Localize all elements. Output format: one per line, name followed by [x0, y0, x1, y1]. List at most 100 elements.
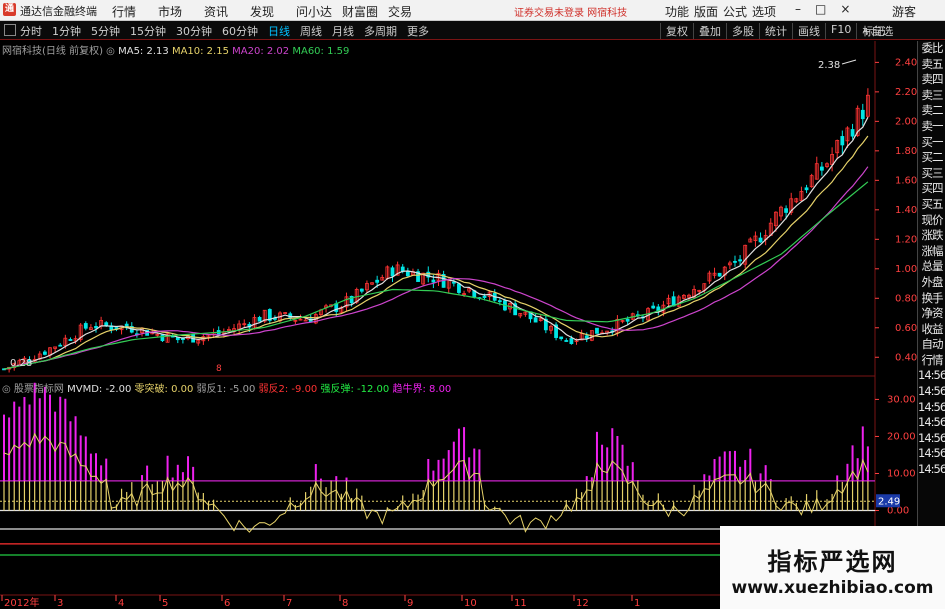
ma20-line — [3, 166, 869, 370]
candle-body — [104, 322, 109, 326]
quote-panel-item[interactable]: 买一 — [918, 135, 945, 151]
candle-body — [804, 187, 809, 191]
current-price-tag: 8 — [216, 364, 222, 374]
quote-panel-item[interactable]: 14:56 — [918, 368, 945, 384]
quote-panel-item[interactable]: 卖一 — [918, 119, 945, 135]
candle-body — [83, 323, 88, 329]
candle-body — [497, 300, 502, 303]
quote-panel-item[interactable]: 卖四 — [918, 72, 945, 88]
candle-body — [840, 136, 845, 146]
quote-side-panel[interactable]: 委比 卖五 卖四 卖三 卖二 卖一 买一 买二 买三 买四 买五 现价 涨跌 涨幅 总量 外盘 换手 净资 收益 自动… — [917, 41, 945, 609]
quote-panel-item[interactable]: 卖二 — [918, 103, 945, 119]
settings-icon[interactable]: ◎ — [106, 46, 115, 57]
price-tick-label: 1.20 — [895, 234, 917, 245]
ma5-label: MA5: 2.13 — [118, 46, 169, 57]
candle-body — [482, 295, 487, 298]
quote-panel-item[interactable]: 14:56 — [918, 431, 945, 447]
quote-panel-item[interactable]: 卖五 — [918, 57, 945, 73]
candle-body — [457, 283, 461, 293]
indicator-tick-label: 30.00 — [887, 394, 916, 405]
candle-body — [94, 326, 98, 329]
quote-panel-item[interactable]: 现价 — [918, 213, 945, 229]
price-tick-label: 1.40 — [895, 205, 917, 216]
date-tick-label: 3 — [57, 598, 63, 609]
candle-body — [738, 259, 742, 262]
chart-canvas[interactable]: 2.40 2.20 2.00 1.80 1.60 1.40 1.20 1.00 0.80 0.60… — [0, 0, 945, 609]
date-tick-label: 2012年 — [4, 596, 39, 609]
indicator-line — [3, 432, 869, 533]
quote-panel-item[interactable]: 14:56 — [918, 384, 945, 400]
indicator-name: 股票指标网 — [13, 384, 64, 395]
watermark-banner: 指标严选网 www.xuezhibiao.com — [720, 526, 945, 609]
ma60-label: MA60: 1.59 — [292, 46, 350, 57]
quote-panel-item[interactable]: 净资 — [918, 306, 945, 322]
date-tick-label: 12 — [576, 598, 589, 609]
mvmd-label: MVMD: -2.00 — [67, 384, 132, 395]
candle-body — [559, 336, 564, 340]
candle-body — [160, 334, 165, 342]
price-tick-label: 0.40 — [895, 352, 917, 363]
candle-body — [819, 166, 824, 171]
candle-body — [58, 344, 63, 347]
quote-panel-item[interactable]: 买四 — [918, 181, 945, 197]
high-marker-pointer — [841, 59, 857, 65]
ma10-line — [3, 135, 869, 370]
candle-body — [375, 279, 380, 283]
price-tick-label: 2.40 — [895, 57, 917, 68]
quote-panel-item[interactable]: 外盘 — [918, 275, 945, 291]
candle-body — [405, 270, 410, 277]
quote-panel-item[interactable]: 卖三 — [918, 88, 945, 104]
candle-body — [390, 267, 395, 277]
date-tick-label: 10 — [464, 598, 477, 609]
quote-panel-item[interactable]: 买二 — [918, 150, 945, 166]
stock-title: 网宿科技(日线 前复权) — [2, 46, 103, 57]
quote-panel-item[interactable]: 14:56 — [918, 462, 945, 478]
candle-body — [595, 327, 599, 334]
sub-chart-header: ◎ 股票指标网 MVMD: -2.00 零突破: 0.00 弱反1: -5.00… — [2, 380, 451, 395]
quote-panel-item[interactable]: 14:56 — [918, 400, 945, 416]
price-tick-label: 1.00 — [895, 264, 917, 275]
bull-trend-label: 趋牛界: 8.00 — [392, 384, 452, 395]
date-tick-label: 8 — [342, 598, 348, 609]
quote-panel-item[interactable]: 涨幅 — [918, 244, 945, 260]
indicator-tick-label: 10.00 — [887, 468, 916, 479]
date-tick-label: 7 — [286, 598, 292, 609]
watermark-url: www.xuezhibiao.com — [731, 578, 934, 598]
price-tick-label: 1.60 — [895, 175, 917, 186]
quote-panel-item[interactable]: 买五 — [918, 197, 945, 213]
quote-panel-item[interactable]: 总量 — [918, 259, 945, 275]
price-tick-label: 2.00 — [895, 116, 917, 127]
settings-icon[interactable]: ◎ — [2, 384, 11, 395]
candle-body — [671, 296, 676, 307]
date-tick-label: 11 — [514, 598, 527, 609]
quote-panel-item[interactable]: 委比 — [918, 41, 945, 57]
candle-body — [850, 129, 855, 137]
candle-body — [651, 305, 656, 309]
date-tick-label: 1 — [634, 598, 640, 609]
low-price-marker: 0.28 — [10, 358, 32, 369]
date-tick-label: 4 — [118, 598, 124, 609]
quote-panel-item[interactable]: 14:56 — [918, 415, 945, 431]
indicator-tick-label: 20.00 — [887, 431, 916, 442]
candle-body — [784, 208, 788, 213]
candle-body — [359, 288, 364, 292]
zero-break-label: 零突破: 0.00 — [134, 384, 194, 395]
date-tick-label: 5 — [162, 598, 168, 609]
candle-body — [42, 351, 47, 355]
weak-rebound1-label: 弱反1: -5.00 — [196, 384, 256, 395]
candle-body — [564, 340, 569, 342]
quote-panel-item[interactable]: 涨跌 — [918, 228, 945, 244]
candle-body — [733, 260, 737, 263]
quote-panel-item[interactable]: 换手 — [918, 291, 945, 307]
quote-panel-item[interactable]: 收益 — [918, 322, 945, 338]
candle-body — [717, 272, 722, 277]
watermark-title: 指标严选网 — [767, 548, 898, 576]
high-price-marker: 2.38 — [818, 60, 840, 71]
candle-body — [533, 317, 538, 323]
quote-panel-item[interactable]: 行情 — [918, 353, 945, 369]
candle-body — [181, 338, 185, 340]
quote-panel-item[interactable]: 买三 — [918, 166, 945, 182]
price-tick-label: 0.80 — [895, 293, 917, 304]
quote-panel-item[interactable]: 14:56 — [918, 446, 945, 462]
quote-panel-item[interactable]: 自动 — [918, 337, 945, 353]
